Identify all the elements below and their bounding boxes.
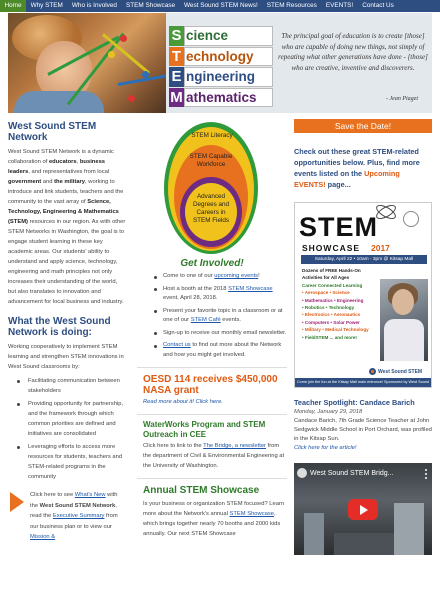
goal-item: Providing opportunity for partnership, a…: [8, 399, 126, 439]
stem-showcase-link[interactable]: STEM Showcase: [228, 286, 272, 292]
nav-who-is-involved[interactable]: Who is Involved: [67, 0, 121, 12]
stem-pipeline-diagram: STEM Literacy STEM Capable Workforce Adv…: [137, 121, 287, 255]
get-involved-item: Contact us to find out more about the Ne…: [137, 341, 287, 360]
save-the-date-button[interactable]: Save the Date!: [294, 119, 432, 133]
venn-label-workforce: STEM Capable Workforce: [189, 153, 233, 168]
nav-contact-us[interactable]: Contact Us: [358, 0, 399, 12]
executive-summary-link[interactable]: Executive Summary: [53, 513, 105, 519]
stem-cafe-link[interactable]: STEM Café: [191, 317, 221, 323]
whats-new-link[interactable]: What's New: [75, 492, 106, 498]
video-embed[interactable]: West Sound STEM Bridg...: [294, 463, 432, 555]
annual-showcase-headline: Annual STEM Showcase: [143, 484, 260, 496]
get-involved-item: Come to one of our upcoming events!: [137, 272, 287, 282]
play-arrow-icon: [10, 492, 24, 512]
network-title: West Sound STEM Network: [8, 121, 97, 143]
poster-footer: Come join the fun at the Kitsap Mall mai…: [295, 378, 431, 387]
goals-title: What the West Sound Network is doing:: [8, 316, 111, 338]
teacher-spotlight-title: Teacher Spotlight: Candace Barich: [294, 398, 415, 407]
venn-label-advanced: Advanced Degrees and Careers in STEM Fie…: [192, 193, 230, 224]
network-logo-icon: [369, 368, 376, 375]
venn-label-literacy: STEM Literacy: [191, 132, 233, 139]
showcase-link[interactable]: STEM Showcase: [230, 511, 274, 517]
waterworks-text: Click here to link to the The Bridge, a …: [143, 443, 285, 469]
spotlight-article-link[interactable]: Click here for the article!: [294, 444, 432, 453]
whats-new-blurb: Click here to see What's New with the We…: [8, 490, 126, 543]
goal-item: Facilitating communication between stake…: [8, 376, 126, 396]
contact-us-link[interactable]: Contact us: [163, 342, 191, 348]
channel-avatar-icon: [297, 468, 307, 478]
nav-stem-showcase[interactable]: STEM Showcase: [121, 0, 179, 12]
middle-column: STEM Literacy STEM Capable Workforce Adv…: [137, 121, 287, 539]
stem-showcase-poster[interactable]: STEM SHOWCASE 2017 Saturday, April 22 • …: [294, 202, 432, 388]
nav-stem-resources[interactable]: STEM Resources: [262, 0, 321, 12]
waterworks-headline: WaterWorks Program and STEM Outreach in …: [143, 420, 266, 439]
mission-link[interactable]: Mission &: [30, 534, 55, 540]
poster-year: 2017: [371, 243, 390, 253]
network-intro: West Sound STEM Network is a dynamic col…: [8, 149, 126, 305]
banner-photo-child-building: [8, 13, 166, 113]
nav-home[interactable]: Home: [0, 0, 27, 12]
quote-author: - Jean Piaget: [386, 96, 418, 102]
goals-intro: Working cooperatively to implement STEM …: [8, 344, 124, 370]
poster-subtitle: SHOWCASE: [302, 243, 361, 253]
spotlight-text: Candace Barich, 7th Grade Science Teache…: [294, 418, 432, 442]
right-column: Save the Date! Check out these great STE…: [294, 119, 432, 555]
piaget-quote: The principal goal of education is to cr…: [278, 32, 428, 72]
nasa-read-more-link[interactable]: Read more about it! Click here.: [137, 398, 287, 407]
upcoming-events-link[interactable]: upcoming events: [214, 273, 258, 279]
nav-stem-news[interactable]: West Sound STEM News!: [180, 0, 263, 12]
poster-date: Saturday, April 22 • 10am - 3pm @ Kitsap…: [301, 255, 427, 264]
nav-events[interactable]: EVENTS!: [321, 0, 357, 12]
nasa-grant-headline[interactable]: OESD 114 receives $450,000 NASA grant: [137, 374, 287, 396]
nav-why-stem[interactable]: Why STEM: [26, 0, 67, 12]
stem-logo: S cience T echnology E ngineering M athe…: [169, 26, 273, 108]
header-banner: S cience T echnology E ngineering M athe…: [8, 13, 432, 113]
main-nav: Home Why STEM Who is Involved STEM Showc…: [0, 0, 440, 12]
poster-logo-text: West Sound STEM: [378, 369, 423, 375]
get-involved-item: Present your favorite topic in a classro…: [137, 307, 287, 326]
poster-photo: [380, 279, 428, 361]
poster-title: STEM: [299, 212, 379, 242]
poster-activities: Dozens of FREE Hands-On Activities for A…: [302, 268, 369, 340]
play-button-icon[interactable]: [348, 499, 378, 520]
more-options-icon[interactable]: [425, 469, 428, 481]
left-column: West Sound STEM Network West Sound STEM …: [8, 121, 126, 543]
annual-showcase-text: Is your business or organization STEM fo…: [143, 500, 285, 537]
get-involved-item: Sign-up to receive our monthly email new…: [137, 329, 287, 339]
the-bridge-link[interactable]: The Bridge, a newsletter: [203, 443, 266, 449]
get-involved-item: Host a booth at the 2018 STEM Showcase e…: [137, 285, 287, 304]
opportunities-promo: Check out these great STEM-related oppor…: [294, 147, 420, 189]
get-involved-heading: Get Involved!: [180, 258, 244, 269]
video-title[interactable]: West Sound STEM Bridg...: [310, 470, 394, 477]
spotlight-date: Monday, January 29, 2018: [294, 409, 363, 415]
goal-item: Leveraging efforts to access more resour…: [8, 442, 126, 482]
